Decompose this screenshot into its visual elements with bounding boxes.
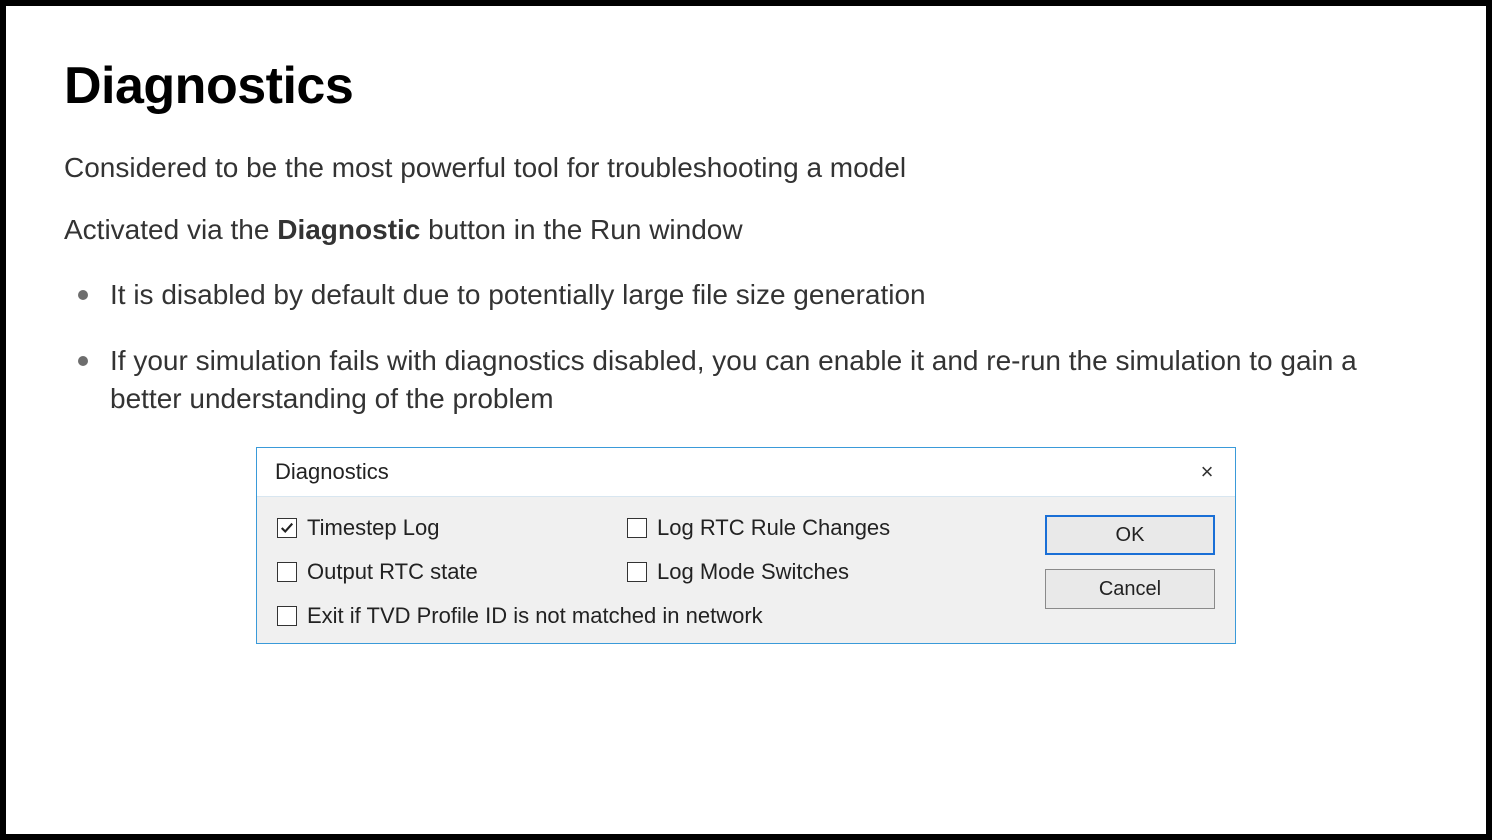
intro-line-2-pre: Activated via the xyxy=(64,214,277,245)
bullet-item: It is disabled by default due to potenti… xyxy=(104,276,1428,314)
dialog-title-text: Diagnostics xyxy=(275,459,389,485)
checkmark-icon xyxy=(280,521,294,535)
checkbox-area: Timestep Log Output RTC state L xyxy=(277,515,1025,629)
bullet-item: If your simulation fails with diagnostic… xyxy=(104,342,1428,418)
intro-line-2-post: button in the Run window xyxy=(420,214,742,245)
dialog-titlebar: Diagnostics × xyxy=(257,448,1235,496)
intro-line-2-bold: Diagnostic xyxy=(277,214,420,245)
ok-button[interactable]: OK xyxy=(1045,515,1215,555)
checkbox-label: Log RTC Rule Changes xyxy=(657,515,890,541)
dialog-body: Timestep Log Output RTC state L xyxy=(257,496,1235,643)
checkbox-box-icon xyxy=(277,606,297,626)
intro-line-2: Activated via the Diagnostic button in t… xyxy=(64,214,1428,246)
cancel-button[interactable]: Cancel xyxy=(1045,569,1215,609)
checkbox-label: Exit if TVD Profile ID is not matched in… xyxy=(307,603,763,629)
checkbox-output-rtc-state[interactable]: Output RTC state xyxy=(277,559,557,585)
checkbox-label: Output RTC state xyxy=(307,559,478,585)
checkbox-label: Log Mode Switches xyxy=(657,559,849,585)
checkbox-box-icon xyxy=(627,518,647,538)
checkbox-box-icon xyxy=(277,518,297,538)
checkbox-box-icon xyxy=(277,562,297,582)
intro-line-1: Considered to be the most powerful tool … xyxy=(64,152,1428,184)
close-icon[interactable]: × xyxy=(1193,458,1221,486)
checkbox-col-right: Log RTC Rule Changes Log Mode Switches xyxy=(627,515,907,585)
checkbox-timestep-log[interactable]: Timestep Log xyxy=(277,515,557,541)
page-title: Diagnostics xyxy=(64,56,1428,116)
checkbox-exit-tvd-mismatch[interactable]: Exit if TVD Profile ID is not matched in… xyxy=(277,603,1025,629)
checkbox-log-mode-switches[interactable]: Log Mode Switches xyxy=(627,559,907,585)
slide-container: Diagnostics Considered to be the most po… xyxy=(0,0,1492,840)
dialog-button-column: OK Cancel xyxy=(1045,515,1215,629)
bullet-list: It is disabled by default due to potenti… xyxy=(64,276,1428,417)
checkbox-log-rtc-rule-changes[interactable]: Log RTC Rule Changes xyxy=(627,515,907,541)
checkbox-full-row: Exit if TVD Profile ID is not matched in… xyxy=(277,603,1025,629)
diagnostics-dialog: Diagnostics × Timestep Log O xyxy=(256,447,1236,644)
checkbox-box-icon xyxy=(627,562,647,582)
checkbox-col-left: Timestep Log Output RTC state xyxy=(277,515,557,585)
checkbox-label: Timestep Log xyxy=(307,515,439,541)
